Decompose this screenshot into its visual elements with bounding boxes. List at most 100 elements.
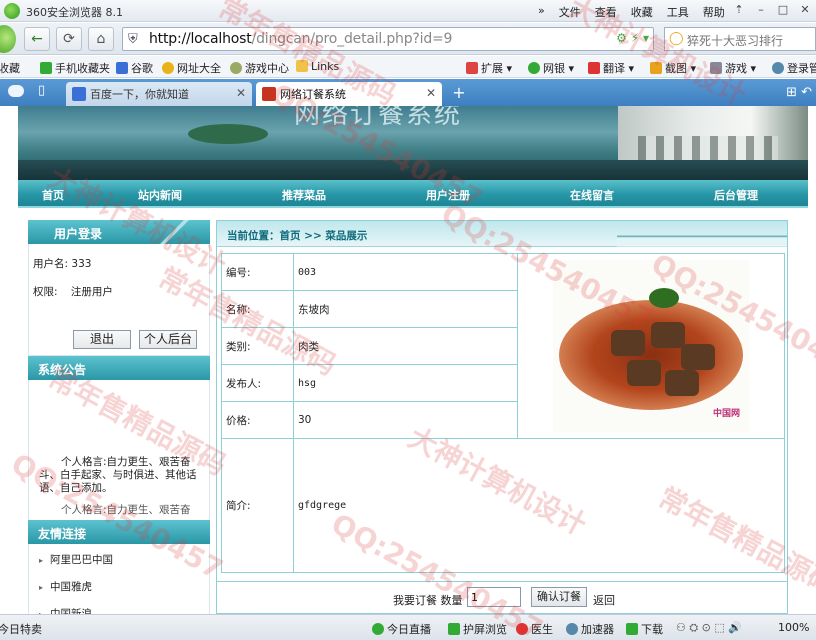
photo-watermark-mark: 中国网 [713,409,741,419]
bookmark-login[interactable]: 登录管 [772,60,816,76]
home-button[interactable]: ⌂ [88,27,114,51]
bookmark-extensions[interactable]: 扩展 ▾ [466,60,512,76]
address-bar[interactable]: ⛨ http://localhost/dingcan/pro_detail.ph… [122,27,654,51]
personal-backend-button[interactable]: 个人后台 [139,330,197,349]
role-value: 注册用户 [70,286,113,298]
field-price-value: 30 [293,401,518,439]
eye-icon [448,623,460,635]
bank-icon [528,62,540,74]
zoom-level[interactable]: 100% [778,621,809,634]
field-intro-value: gfdgrege [293,438,785,573]
close-window-icon[interactable]: ✕ [794,0,816,20]
field-name-value: 东坡肉 [293,290,518,328]
refresh-button[interactable]: ⟳ [56,27,82,51]
field-label: 名称: [221,290,294,328]
status-accelerator[interactable]: 加速器 [566,621,614,637]
confirm-order-button[interactable]: 确认订餐 [531,587,587,607]
bookmark-games[interactable]: 游戏中心 [230,60,289,76]
left-sidebar: 用户登录 用户名: 333 权限: 注册用户 退出 个人后台 系统公告 个人格言… [28,220,210,614]
bookmark-hao[interactable]: 网址大全 [162,60,221,76]
search-input[interactable]: 猝死十大恶习排行 [687,32,783,49]
menu-favorites[interactable]: 收藏 [631,4,653,20]
links-panel-title: 友情连接 [28,520,210,544]
nav-recommended[interactable]: 推荐菜品 [282,187,326,203]
bookmark-bank[interactable]: 网银 ▾ [528,60,574,76]
google-icon [116,62,128,74]
search-box[interactable]: ◯ 猝死十大恶习排行 [664,27,816,51]
tab-tools-icon[interactable]: ⊞ ↶ [786,85,812,100]
search-engine-icon: ◯ [669,31,684,46]
role-row: 权限: 注册用户 [33,286,113,298]
logout-button[interactable]: 退出 [73,330,131,349]
order-label: 我要订餐 数量 [393,594,463,607]
banner-shore [18,160,808,180]
bookmark-favorites[interactable]: 收藏 [0,60,20,76]
accelerator-icon [566,623,578,635]
key-icon [772,62,784,74]
friend-links-panel: 阿里巴巴中国 中国雅虎 中国新浪 [28,544,210,614]
bookmark-game2[interactable]: 游戏 ▾ [710,60,756,76]
field-label: 简介: [221,438,294,573]
status-tools-icon[interactable]: ⚇ ⛭ ⊙ ⬚ 🔊 [676,621,742,635]
menu-view[interactable]: 查看 [595,4,617,20]
dish-detail-table: 编号: 003 中国网 名称: 东坡肉 类别: 肉类 发布人: hsg 价格: … [221,253,785,573]
translate-icon [588,62,600,74]
order-bar: 我要订餐 数量 确认订餐 返回 [217,581,787,613]
notice-text-more: 个人格言:自力更生、艰苦奋 [61,504,191,516]
browser-app-title: 360安全浏览器 8.1 [26,6,123,19]
browser-side-logo-icon [0,25,16,53]
status-doctor[interactable]: 医生 [516,621,553,637]
status-live[interactable]: 今日直播 [372,621,431,637]
nav-admin[interactable]: 后台管理 [714,187,758,203]
link-sina[interactable]: 中国新浪 [29,598,209,614]
doctor-icon [516,623,528,635]
menu-tools[interactable]: 工具 [667,4,689,20]
maximize-icon[interactable]: □ [772,0,794,20]
breadcrumb: 当前位置：首页 >> 菜品展示 [217,221,787,247]
address-tools-icon[interactable]: ⚙ ⚡ ▾ [616,31,649,45]
login-panel: 用户名: 333 权限: 注册用户 退出 个人后台 [28,244,210,356]
link-alibaba[interactable]: 阿里巴巴中国 [29,544,209,571]
tab-baidu[interactable]: 百度一下，你就知道 ✕ [66,82,252,106]
browser-nav-bar: ← ⟳ ⌂ ⛨ http://localhost/dingcan/pro_det… [0,23,816,55]
status-download[interactable]: 下载 [626,621,663,637]
menu-file[interactable]: 文件 [559,4,581,20]
address-url[interactable]: http://localhost/dingcan/pro_detail.php?… [149,31,452,47]
pin-icon[interactable]: ⇡ [728,0,750,20]
hao-icon [162,62,174,74]
site-banner: 网络订餐系统 [18,106,808,180]
close-tab-icon[interactable]: ✕ [236,86,246,100]
dish-detail-panel: 当前位置：首页 >> 菜品展示 编号: 003 中国网 名称: 东坡肉 类别: … [216,220,788,614]
bookmark-translate[interactable]: 翻译 ▾ [588,60,634,76]
status-eyecare[interactable]: 护屏浏览 [448,621,507,637]
field-id-value: 003 [293,253,518,291]
tab-ordering-system[interactable]: 网络订餐系统 ✕ [256,82,442,106]
page-icon[interactable]: ▯ [38,83,45,98]
tab-strip: ▯ 百度一下，你就知道 ✕ 网络订餐系统 ✕ + ⊞ ↶ [0,79,816,106]
username-row: 用户名: 333 [33,258,92,270]
menu-help[interactable]: 帮助 [703,4,725,20]
order-quantity-input[interactable] [467,587,521,607]
bookmark-mobile[interactable]: 手机收藏夹 [40,60,110,76]
bookmark-screenshot[interactable]: 截图 ▾ [650,60,696,76]
nav-news[interactable]: 站内新闻 [138,187,182,203]
site-title: 网络订餐系统 [294,106,463,130]
bookmark-google[interactable]: 谷歌 [116,60,153,76]
new-tab-button[interactable]: + [448,84,470,104]
notice-text: 个人格言:自力更生、艰苦奋斗、白手起家、与时俱进、其他话语、自己添加。 [39,456,197,494]
status-deals[interactable]: 今日特卖 [0,621,42,637]
link-yahoo[interactable]: 中国雅虎 [29,571,209,598]
menu-more[interactable]: » [538,4,545,20]
nav-guestbook[interactable]: 在线留言 [570,187,614,203]
nav-home[interactable]: 首页 [42,187,64,203]
bookmark-links[interactable]: Links [296,60,339,73]
field-publisher-value: hsg [293,364,518,402]
back-link[interactable]: 返回 [593,592,615,608]
minimize-icon[interactable]: – [750,0,772,20]
close-tab-icon[interactable]: ✕ [426,86,436,100]
back-button[interactable]: ← [24,27,50,51]
page-viewport: 网络订餐系统 首页 站内新闻 推荐菜品 用户注册 在线留言 后台管理 用户登录 … [0,106,816,614]
field-label: 类别: [221,327,294,365]
nav-register[interactable]: 用户注册 [426,187,470,203]
cloud-icon[interactable] [8,85,24,97]
